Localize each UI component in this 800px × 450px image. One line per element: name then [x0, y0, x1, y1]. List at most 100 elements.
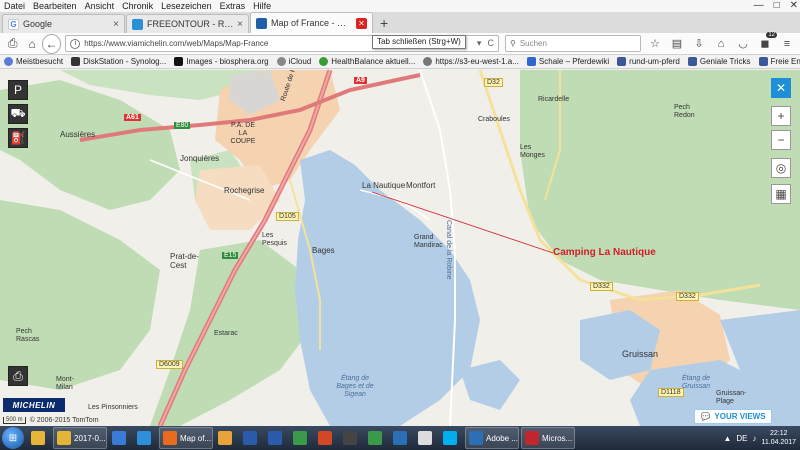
biosphera-icon — [174, 57, 184, 66]
menu-extras[interactable]: Extras — [216, 1, 250, 11]
bookmark-biosphera[interactable]: Images - biosphera.org — [174, 57, 269, 66]
reading-list-icon[interactable]: ▤ — [667, 35, 687, 53]
download-icon[interactable]: ⇩ — [689, 35, 709, 53]
tab-close-icon[interactable]: × — [113, 19, 119, 30]
taskbar-app-12[interactable] — [390, 427, 413, 449]
map-label-mont-milan: Mont-Milan — [56, 376, 74, 391]
tab-michelin-map[interactable]: Map of France - Michelin F... ✕ — [250, 12, 373, 33]
bookmark-freie-energien[interactable]: Freie Energien, Pendel... — [758, 57, 800, 66]
road-shield-a61: A61 — [124, 114, 141, 121]
tab-close-icon[interactable]: × — [237, 19, 243, 30]
bookmark-diskstation[interactable]: DiskStation - Synolog... — [71, 57, 166, 66]
parking-icon[interactable]: P — [8, 80, 28, 100]
home-icon[interactable]: ⌂ — [22, 35, 41, 53]
taskbar-app-label: 2017-0... — [74, 433, 106, 443]
taskbar-app-14[interactable] — [440, 427, 463, 449]
taskbar-app-4[interactable]: Map of... — [159, 427, 213, 449]
bookmark-geniale-tricks[interactable]: Geniale Tricks — [687, 57, 751, 66]
app-icon — [525, 431, 539, 445]
car-icon[interactable]: ⛟ — [8, 104, 28, 124]
bookmark-healthbalance[interactable]: HealthBalance aktuell... — [319, 57, 415, 66]
print-icon[interactable]: ⎙ — [3, 35, 22, 53]
app-icon — [469, 431, 483, 445]
map-layers-icon[interactable]: ▦ — [771, 184, 791, 204]
volume-icon[interactable]: ♪ — [752, 434, 756, 443]
addon-icon[interactable]: ◼ 12 — [755, 31, 777, 53]
taskbar-app-3[interactable] — [134, 427, 157, 449]
taskbar-app-7[interactable] — [265, 427, 288, 449]
home-page-icon[interactable]: ⌂ — [711, 35, 731, 53]
road-shield-e80: E80 — [174, 122, 191, 129]
speech-bubble-icon: 💬 — [700, 412, 711, 421]
hamburger-menu-icon[interactable]: ≡ — [777, 35, 797, 53]
bookmark-pferdewiki[interactable]: Schale – Pferdewiki — [526, 57, 609, 66]
locate-icon[interactable]: ◎ — [771, 158, 791, 178]
map-scale: 500 m © 2006-2015 TomTom — [3, 417, 99, 424]
bookmark-s3[interactable]: https://s3-eu-west-1.a... — [423, 57, 519, 66]
menu-hilfe[interactable]: Hilfe — [249, 1, 275, 11]
taskbar-app-9[interactable] — [315, 427, 338, 449]
taskbar-app-0[interactable] — [28, 427, 51, 449]
reload-icon[interactable]: C — [487, 38, 494, 49]
dropdown-arrow-icon[interactable]: ▾ — [477, 38, 482, 49]
search-icon: ⚲ — [509, 39, 516, 48]
start-button[interactable]: ⊞ — [2, 427, 24, 449]
taskbar-app-11[interactable] — [365, 427, 388, 449]
map-canvas[interactable]: Aussières P.A. DE LA COUPE Route de Perp… — [0, 70, 800, 426]
taskbar-app-5[interactable] — [215, 427, 238, 449]
map-label-jonquieres: Jonquières — [180, 154, 220, 163]
taskbar-app-1[interactable]: 2017-0... — [53, 427, 107, 449]
tab-freeontour[interactable]: FREEONTOUR - Reiseberic... × — [126, 14, 249, 33]
network-icon[interactable]: ▲ — [723, 434, 731, 443]
synology-icon — [71, 57, 81, 66]
pocket-icon[interactable]: ◡ — [733, 35, 753, 53]
map-copyright: © 2006-2015 TomTom — [29, 417, 99, 424]
tab-bar: G Google × FREEONTOUR - Reiseberic... × … — [0, 12, 800, 33]
scale-bar: 500 m — [3, 417, 26, 424]
tab-google[interactable]: G Google × — [2, 14, 125, 33]
zoom-in-button[interactable]: + — [771, 106, 791, 126]
taskbar-app-10[interactable] — [340, 427, 363, 449]
menu-chronik[interactable]: Chronik — [118, 1, 157, 11]
menu-datei[interactable]: Datei — [0, 1, 29, 11]
menu-bearbeiten[interactable]: Bearbeiten — [29, 1, 81, 11]
your-views-button[interactable]: 💬 YOUR VIEWS — [694, 409, 772, 424]
menu-lesezeichen[interactable]: Lesezeichen — [157, 1, 216, 11]
road-shield-d6009: D6009 — [156, 360, 183, 369]
back-button[interactable]: ← — [41, 33, 62, 54]
map-label-aussieres: Aussières — [60, 130, 96, 139]
minimize-button[interactable]: — — [754, 0, 764, 11]
close-window-button[interactable]: ✕ — [790, 0, 798, 11]
taskbar-app-15[interactable]: Adobe ... — [465, 427, 519, 449]
new-tab-button[interactable]: + — [374, 15, 394, 31]
map-label-bages: Bages — [312, 246, 335, 255]
map-label-les-monges: Les Monges — [520, 144, 545, 159]
map-label-la-nautique: La Nautique — [362, 181, 406, 190]
clock-time: 22:12 — [769, 430, 788, 437]
taskbar-app-16[interactable]: Micros... — [521, 427, 575, 449]
taskbar-app-8[interactable] — [290, 427, 313, 449]
search-input[interactable]: ⚲ Suchen — [504, 35, 641, 52]
maximize-button[interactable]: □ — [774, 0, 780, 11]
fuel-station-icon[interactable]: ⛽ — [8, 128, 28, 148]
search-placeholder: Suchen — [519, 39, 547, 48]
language-indicator[interactable]: DE — [736, 434, 747, 443]
menu-ansicht[interactable]: Ansicht — [81, 1, 119, 11]
fullscreen-icon[interactable]: ✕ — [771, 78, 791, 98]
zoom-out-button[interactable]: − — [771, 130, 791, 150]
bookmark-rund-um-pferd[interactable]: rund-um-pferd — [617, 57, 680, 66]
clock-date: 11.04.2017 — [761, 439, 796, 446]
taskbar-app-6[interactable] — [240, 427, 263, 449]
taskbar-app-13[interactable] — [415, 427, 438, 449]
forest-area — [520, 70, 800, 310]
bookmark-meistbesucht[interactable]: Meistbesucht — [4, 57, 63, 66]
clock[interactable]: 22:12 11.04.2017 — [761, 429, 796, 447]
print-icon[interactable]: ⎙ — [8, 366, 28, 386]
road-shield-d105: D105 — [276, 212, 299, 221]
app-icon — [343, 431, 357, 445]
taskbar-app-2[interactable] — [109, 427, 132, 449]
bookmark-icloud[interactable]: iCloud — [276, 57, 311, 66]
site-info-icon[interactable]: i — [70, 38, 81, 49]
bookmark-star-icon[interactable]: ☆ — [645, 35, 665, 53]
tab-close-icon[interactable]: ✕ — [356, 17, 367, 29]
